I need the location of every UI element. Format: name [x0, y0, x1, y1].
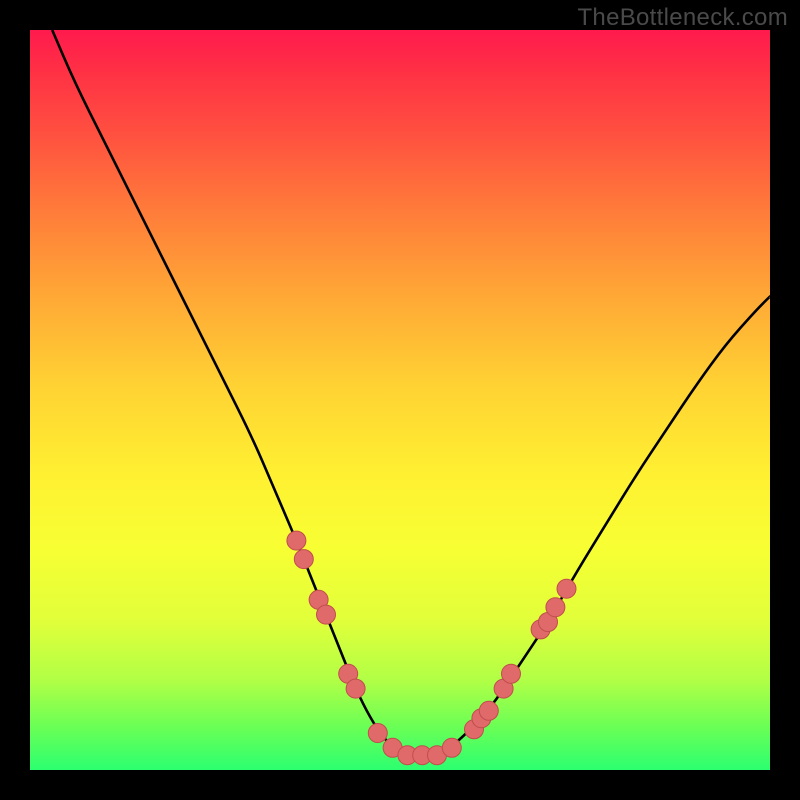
curve-marker: [317, 605, 336, 624]
curve-marker: [398, 746, 417, 765]
watermark-text: TheBottleneck.com: [577, 4, 788, 32]
curve-marker: [368, 724, 387, 743]
chart-plot-area: [30, 30, 770, 770]
curve-marker: [339, 664, 358, 683]
curve-marker: [309, 590, 328, 609]
curve-marker: [502, 664, 521, 683]
curve-marker: [539, 613, 558, 632]
marker-group: [287, 531, 576, 765]
bottleneck-curve-path: [52, 30, 770, 755]
curve-marker: [531, 620, 550, 639]
curve-marker: [465, 720, 484, 739]
curve-marker: [294, 550, 313, 569]
curve-marker: [287, 531, 306, 550]
curve-marker: [442, 738, 461, 757]
curve-marker: [472, 709, 491, 728]
chart-frame: TheBottleneck.com: [0, 0, 800, 800]
curve-marker: [346, 679, 365, 698]
curve-marker: [557, 579, 576, 598]
chart-svg: [30, 30, 770, 770]
curve-marker: [413, 746, 432, 765]
curve-marker: [546, 598, 565, 617]
curve-marker: [428, 746, 447, 765]
curve-marker: [494, 679, 513, 698]
curve-marker: [383, 738, 402, 757]
curve-marker: [479, 701, 498, 720]
